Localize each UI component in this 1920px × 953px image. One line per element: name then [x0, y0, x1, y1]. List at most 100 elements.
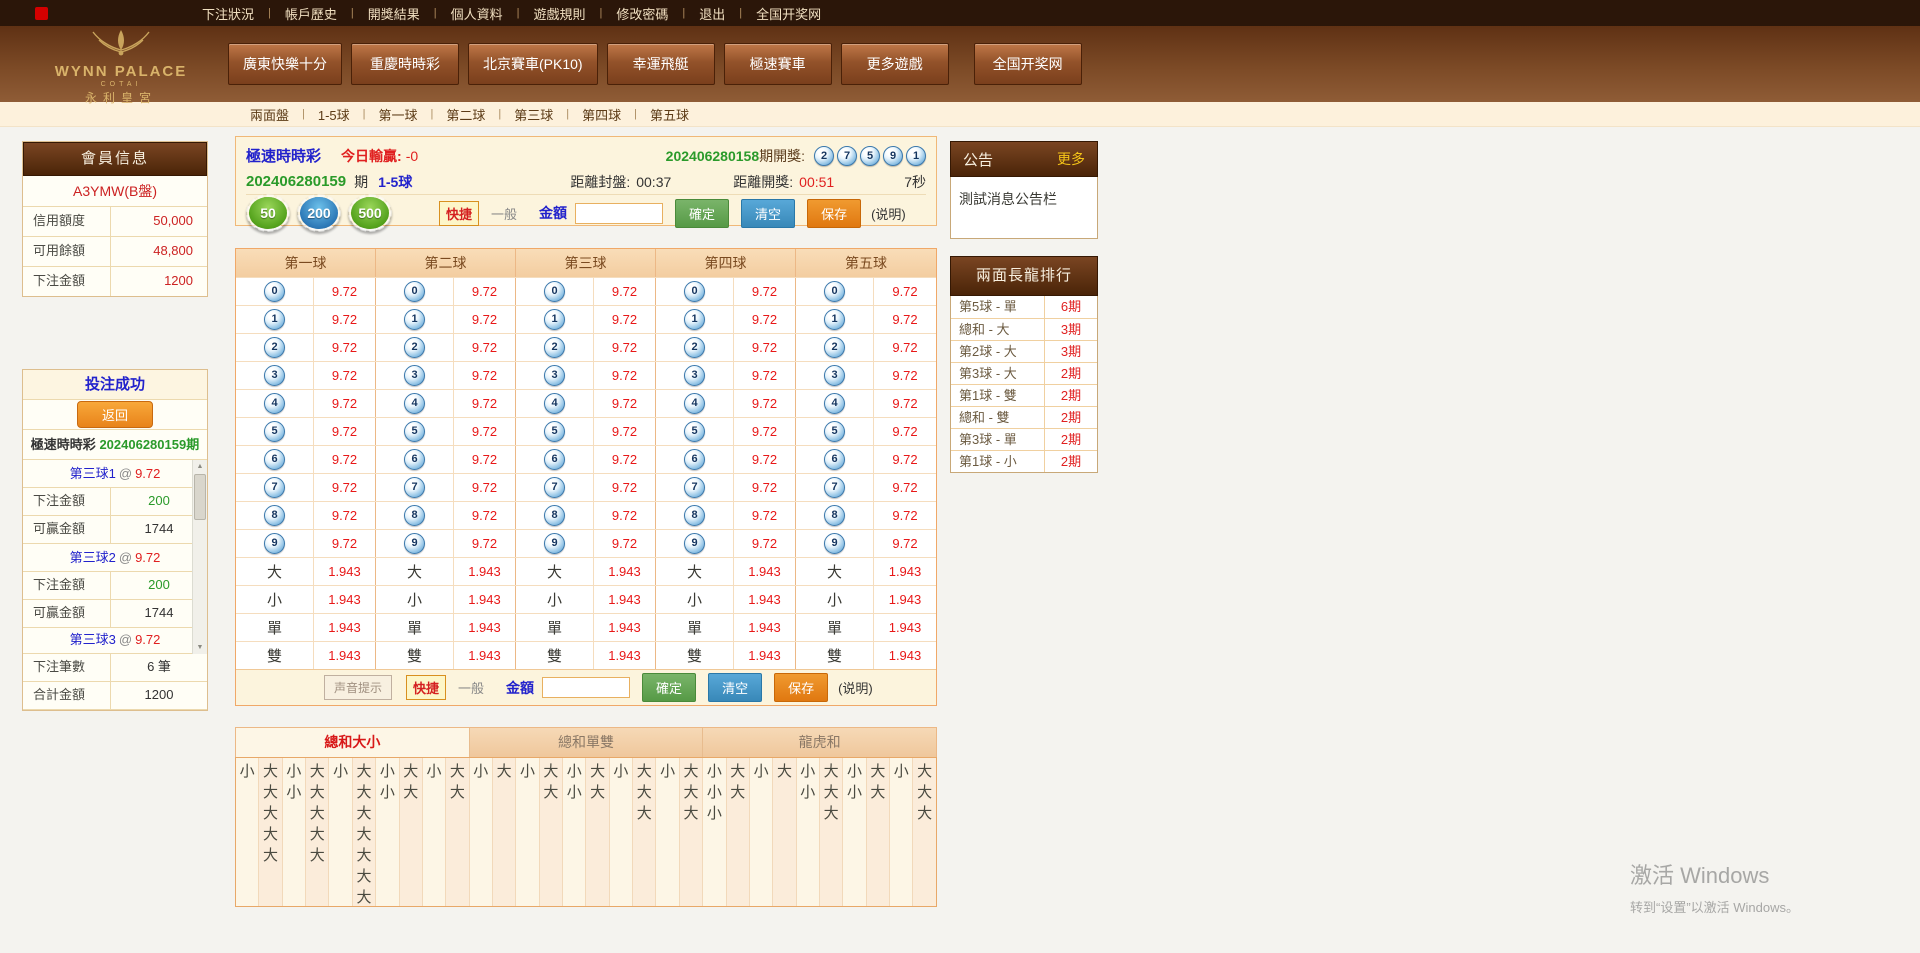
bet-cell-ball-4-col1[interactable]: 4 — [236, 390, 314, 417]
roadmap-tab-2[interactable]: 龍虎和 — [703, 728, 936, 757]
bet-cell-ball-2-col1[interactable]: 2 — [236, 334, 314, 361]
normal-mode-button[interactable]: 一般 — [491, 204, 517, 223]
top-nav-item-7[interactable]: 全国开奖网 — [742, 4, 835, 23]
bet-cell-side-col3[interactable]: 小 — [516, 586, 594, 613]
bet-cell-side-col1[interactable]: 小 — [236, 586, 314, 613]
promo-icon[interactable] — [35, 7, 48, 20]
bet-cell-ball-3-col4[interactable]: 3 — [656, 362, 734, 389]
clear-button[interactable]: 清空 — [708, 673, 762, 702]
bet-cell-ball-7-col4[interactable]: 7 — [656, 474, 734, 501]
sound-toggle-button[interactable]: 声音提示 — [324, 675, 392, 700]
bet-cell-side-col5[interactable]: 單 — [796, 614, 874, 641]
chip-50[interactable]: 50 — [246, 194, 290, 232]
top-nav-item-1[interactable]: 帳戶歷史 — [271, 4, 351, 23]
quick-mode-button[interactable]: 快捷 — [406, 675, 446, 700]
normal-mode-button[interactable]: 一般 — [458, 678, 484, 697]
scroll-down-icon[interactable]: ▼ — [193, 641, 207, 654]
bet-cell-ball-9-col1[interactable]: 9 — [236, 530, 314, 557]
note-link[interactable]: (说明) — [871, 204, 906, 223]
bet-cell-ball-9-col2[interactable]: 9 — [376, 530, 454, 557]
bet-cell-ball-6-col3[interactable]: 6 — [516, 446, 594, 473]
bet-cell-ball-5-col1[interactable]: 5 — [236, 418, 314, 445]
bet-cell-ball-2-col5[interactable]: 2 — [796, 334, 874, 361]
subnav-item-4[interactable]: 第三球 — [501, 105, 566, 124]
bet-cell-ball-0-col5[interactable]: 0 — [796, 278, 874, 305]
game-tab-5[interactable]: 更多遊戲 — [841, 43, 949, 85]
bet-cell-ball-0-col1[interactable]: 0 — [236, 278, 314, 305]
game-tab-3[interactable]: 幸運飛艇 — [607, 43, 715, 85]
clear-button[interactable]: 清空 — [741, 199, 795, 228]
bet-cell-ball-5-col2[interactable]: 5 — [376, 418, 454, 445]
bet-cell-ball-8-col5[interactable]: 8 — [796, 502, 874, 529]
game-tab-1[interactable]: 重慶時時彩 — [351, 43, 459, 85]
bet-cell-ball-7-col2[interactable]: 7 — [376, 474, 454, 501]
confirm-button[interactable]: 確定 — [675, 199, 729, 228]
top-nav-item-0[interactable]: 下注狀況 — [188, 4, 268, 23]
bet-cell-ball-4-col3[interactable]: 4 — [516, 390, 594, 417]
subnav-item-0[interactable]: 兩面盤 — [237, 105, 302, 124]
bet-cell-side-col2[interactable]: 小 — [376, 586, 454, 613]
bet-cell-side-col4[interactable]: 雙 — [656, 642, 734, 669]
bet-cell-ball-4-col4[interactable]: 4 — [656, 390, 734, 417]
bet-cell-side-col2[interactable]: 大 — [376, 558, 454, 585]
back-button[interactable]: 返回 — [77, 401, 153, 428]
game-tab-6[interactable]: 全国开奖网 — [974, 43, 1082, 85]
top-nav-item-6[interactable]: 退出 — [685, 4, 739, 23]
bet-cell-ball-0-col2[interactable]: 0 — [376, 278, 454, 305]
bet-cell-side-col4[interactable]: 大 — [656, 558, 734, 585]
subnav-item-2[interactable]: 第一球 — [366, 105, 431, 124]
bet-cell-ball-6-col5[interactable]: 6 — [796, 446, 874, 473]
bet-cell-ball-9-col5[interactable]: 9 — [796, 530, 874, 557]
bet-cell-side-col1[interactable]: 大 — [236, 558, 314, 585]
bet-cell-side-col3[interactable]: 雙 — [516, 642, 594, 669]
roadmap-tab-1[interactable]: 總和單雙 — [470, 728, 704, 757]
bet-cell-ball-7-col1[interactable]: 7 — [236, 474, 314, 501]
bet-cell-ball-5-col3[interactable]: 5 — [516, 418, 594, 445]
bet-cell-ball-2-col3[interactable]: 2 — [516, 334, 594, 361]
bet-cell-ball-8-col1[interactable]: 8 — [236, 502, 314, 529]
bet-cell-ball-1-col3[interactable]: 1 — [516, 306, 594, 333]
bet-cell-ball-0-col3[interactable]: 0 — [516, 278, 594, 305]
bet-cell-ball-6-col1[interactable]: 6 — [236, 446, 314, 473]
bet-cell-ball-7-col5[interactable]: 7 — [796, 474, 874, 501]
top-nav-item-5[interactable]: 修改密碼 — [602, 4, 682, 23]
bet-cell-side-col2[interactable]: 雙 — [376, 642, 454, 669]
bet-cell-ball-4-col5[interactable]: 4 — [796, 390, 874, 417]
game-tab-2[interactable]: 北京賽車(PK10) — [468, 43, 598, 85]
bet-cell-ball-5-col5[interactable]: 5 — [796, 418, 874, 445]
bet-cell-ball-7-col3[interactable]: 7 — [516, 474, 594, 501]
slip-scrollbar[interactable]: ▲ ▼ — [192, 460, 207, 654]
roadmap-tab-0[interactable]: 總和大小 — [236, 728, 470, 757]
bet-cell-ball-1-col2[interactable]: 1 — [376, 306, 454, 333]
bet-cell-ball-3-col2[interactable]: 3 — [376, 362, 454, 389]
bet-cell-ball-8-col3[interactable]: 8 — [516, 502, 594, 529]
bet-cell-side-col4[interactable]: 小 — [656, 586, 734, 613]
bet-cell-ball-4-col2[interactable]: 4 — [376, 390, 454, 417]
bet-cell-ball-6-col2[interactable]: 6 — [376, 446, 454, 473]
chip-200[interactable]: 200 — [297, 194, 341, 232]
subnav-item-1[interactable]: 1-5球 — [305, 105, 363, 124]
bet-cell-ball-8-col2[interactable]: 8 — [376, 502, 454, 529]
bet-cell-ball-2-col2[interactable]: 2 — [376, 334, 454, 361]
bet-cell-ball-0-col4[interactable]: 0 — [656, 278, 734, 305]
subnav-item-5[interactable]: 第四球 — [569, 105, 634, 124]
amount-input[interactable] — [542, 677, 630, 698]
bet-cell-side-col3[interactable]: 大 — [516, 558, 594, 585]
amount-input[interactable] — [575, 203, 663, 224]
note-link[interactable]: (说明) — [838, 678, 873, 697]
top-nav-item-4[interactable]: 遊戲規則 — [520, 4, 600, 23]
bet-cell-side-col1[interactable]: 單 — [236, 614, 314, 641]
bet-cell-side-col5[interactable]: 小 — [796, 586, 874, 613]
bet-cell-ball-5-col4[interactable]: 5 — [656, 418, 734, 445]
subnav-item-3[interactable]: 第二球 — [433, 105, 498, 124]
bet-cell-side-col3[interactable]: 單 — [516, 614, 594, 641]
save-button[interactable]: 保存 — [774, 673, 828, 702]
bet-cell-ball-3-col5[interactable]: 3 — [796, 362, 874, 389]
scrollbar-thumb[interactable] — [194, 474, 206, 520]
bet-cell-ball-8-col4[interactable]: 8 — [656, 502, 734, 529]
save-button[interactable]: 保存 — [807, 199, 861, 228]
bet-cell-side-col5[interactable]: 大 — [796, 558, 874, 585]
top-nav-item-2[interactable]: 開獎結果 — [354, 4, 434, 23]
chip-500[interactable]: 500 — [348, 194, 392, 232]
bet-cell-ball-6-col4[interactable]: 6 — [656, 446, 734, 473]
